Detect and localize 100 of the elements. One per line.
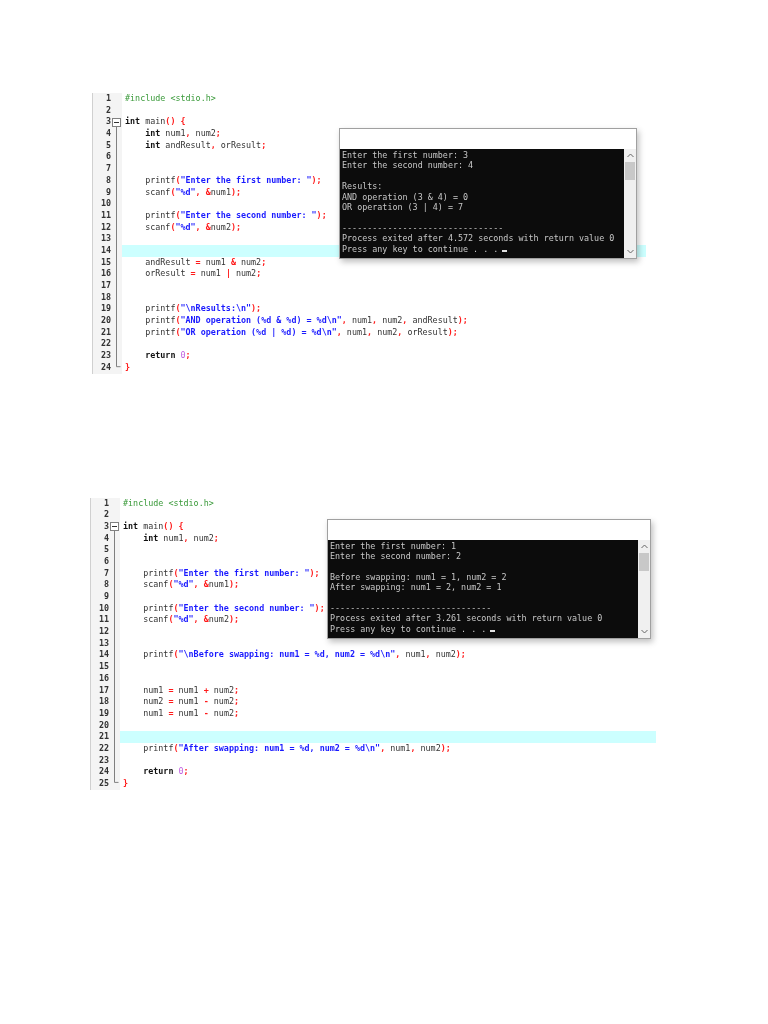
line-number: 24	[97, 766, 109, 778]
line-number: 17	[97, 684, 109, 697]
line-number: 3	[104, 116, 111, 129]
scroll-down-icon[interactable]	[640, 629, 648, 634]
scroll-down-icon[interactable]	[626, 248, 634, 254]
line-number: 2	[104, 104, 111, 117]
code-line: }	[123, 778, 129, 790]
line-number: 24	[99, 361, 111, 374]
code-line: int andResult, orResult;	[144, 139, 267, 152]
console-text: Enter the first number: 3	[342, 150, 469, 161]
code-line: return 0;	[142, 766, 189, 778]
scrollbar[interactable]	[624, 149, 636, 258]
line-number: 23	[97, 754, 109, 767]
code-line: int main() {	[125, 116, 186, 128]
line-number: 1	[102, 497, 109, 510]
code-line: printf("\nBefore swapping: num1 = %d, num2 = %d\n", num1, num2);	[142, 649, 466, 662]
scroll-thumb[interactable]	[639, 552, 649, 571]
console-text: OR operation (3 | 4) = 7	[342, 201, 463, 213]
console-text: Enter the second number: 4	[342, 160, 474, 171]
console-text: Process exited after 4.572 seconds with return value 0	[342, 233, 615, 244]
line-number: 18	[99, 291, 111, 304]
line-number: 16	[97, 672, 109, 685]
line-number: 8	[102, 579, 109, 591]
console-text: AND operation (3 & 4) = 0	[342, 191, 469, 202]
scroll-up-icon[interactable]	[640, 543, 648, 549]
console-text: Process exited after 3.261 seconds with return value 0	[330, 613, 603, 624]
line-number: 14	[99, 244, 111, 257]
line-number: 4	[102, 532, 109, 545]
line-number: 19	[99, 303, 111, 316]
line-number: 19	[97, 707, 109, 720]
line-number: 13	[99, 233, 111, 245]
console-text: Before swapping: num1 = 1, num2 = 2	[330, 571, 507, 583]
line-number: 10	[99, 198, 111, 210]
console-text: Enter the first number: 1	[330, 540, 457, 551]
code-line: andResult = num1 & num2;	[144, 256, 267, 269]
code-line: scanf("%d", &num2);	[144, 221, 241, 234]
code-line: return 0;	[144, 350, 191, 362]
scroll-up-icon[interactable]	[626, 153, 634, 158]
line-number: 5	[104, 139, 111, 152]
code-line: int num1, num2;	[144, 128, 221, 140]
code-line: printf("\nResults:\n");	[144, 303, 262, 315]
line-number: 20	[99, 315, 111, 327]
code-line: num1 = num1 - num2;	[142, 707, 239, 720]
line-number: 23	[99, 350, 111, 362]
line-number: 14	[97, 649, 109, 662]
console-text: --------------------------------	[330, 602, 492, 614]
console-text: After swapping: num1 = 2, num2 = 1	[330, 582, 502, 593]
cursor-icon	[490, 630, 496, 633]
code-line: #include <stdio.h>	[123, 497, 214, 510]
line-number: 17	[99, 280, 111, 292]
code-line: printf("OR operation (%d | %d) = %d\n", num1, num2, orResult);	[144, 326, 458, 339]
code-line: printf("Enter the first number: ");	[144, 174, 322, 187]
code-line: #include <stdio.h>	[125, 93, 216, 105]
console-text: --------------------------------	[342, 222, 504, 234]
line-number: 10	[97, 602, 109, 615]
code-line: printf("Enter the first number: ");	[142, 567, 320, 580]
console-text: Enter the second number: 2	[330, 550, 462, 562]
line-number: 15	[99, 256, 111, 269]
line-number: 12	[97, 626, 109, 638]
code-line: int main() {	[123, 520, 184, 533]
scrollbar[interactable]	[638, 539, 650, 638]
line-number: 12	[99, 221, 111, 234]
line-number: 9	[102, 591, 109, 603]
line-number: 25	[97, 778, 109, 790]
line-number: 20	[97, 719, 109, 732]
line-number: 22	[97, 742, 109, 755]
console-text: Press any key to continue . . .	[330, 623, 487, 635]
line-number: 15	[97, 661, 109, 673]
line-number: 8	[104, 174, 111, 187]
line-number: 7	[104, 163, 111, 175]
line-number: 2	[102, 509, 109, 521]
line-number: 9	[104, 186, 111, 199]
line-number: 3	[102, 520, 109, 533]
code-line: }	[125, 361, 131, 374]
console-text: Results:	[342, 181, 383, 192]
code-line: printf("After swapping: num1 = %d, num2 = %d\n", num1, num2);	[142, 742, 451, 755]
cursor-icon	[502, 250, 508, 253]
line-number: 13	[97, 637, 109, 650]
line-number: 18	[97, 696, 109, 708]
line-number: 11	[97, 614, 109, 627]
code-line: scanf("%d", &num2);	[142, 614, 239, 627]
code-line: int num1, num2;	[142, 532, 219, 545]
line-number: 21	[97, 731, 109, 743]
line-number: 6	[102, 555, 109, 568]
line-number: 21	[99, 326, 111, 339]
code-line: num2 = num1 - num2;	[142, 696, 239, 708]
code-line: orResult = num1 | num2;	[144, 268, 262, 280]
code-line: printf("AND operation (%d & %d) = %d\n", num1, num2, andResult);	[144, 315, 468, 327]
code-line: printf("Enter the second number: ");	[144, 209, 327, 222]
line-number: 22	[99, 338, 111, 351]
code-line: scanf("%d", &num1);	[142, 579, 239, 591]
line-number: 4	[104, 128, 111, 140]
scroll-thumb[interactable]	[625, 162, 635, 180]
line-number: 5	[102, 544, 109, 556]
line-number: 7	[102, 567, 109, 580]
line-number: 16	[99, 268, 111, 280]
code-line: scanf("%d", &num1);	[144, 186, 241, 199]
line-number: 11	[99, 209, 111, 222]
console-text: Press any key to continue . . .	[342, 243, 499, 254]
line-number: 1	[104, 93, 111, 105]
